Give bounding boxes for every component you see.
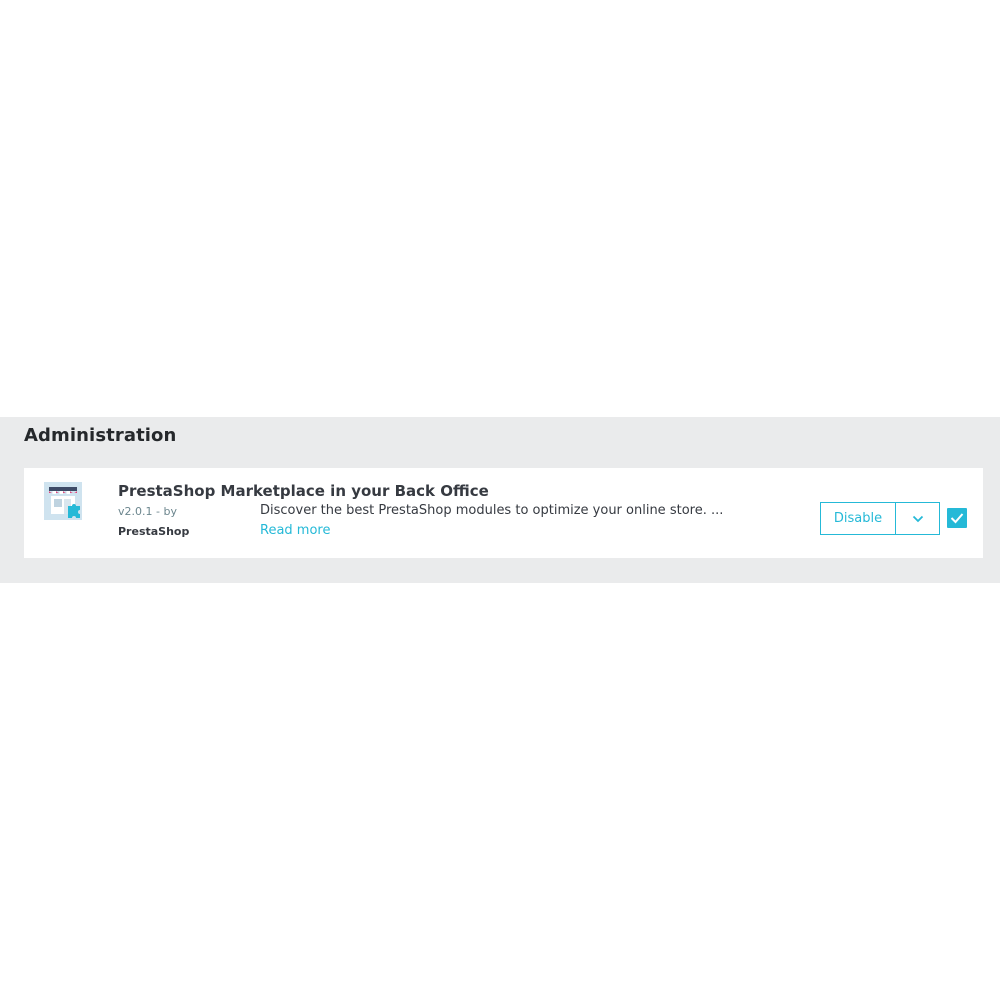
checkmark-icon (950, 509, 964, 528)
chevron-down-icon (912, 511, 924, 526)
module-select-checkbox[interactable] (947, 508, 967, 528)
section-title: Administration (24, 425, 177, 446)
module-description: Discover the best PrestaShop modules to … (260, 503, 724, 518)
page: Administration PrestaShop Marketplace in… (0, 0, 1000, 1000)
module-name: PrestaShop Marketplace in your Back Offi… (118, 482, 489, 500)
module-author: PrestaShop (118, 525, 190, 538)
disable-button[interactable]: Disable (820, 502, 896, 535)
module-action-group: Disable (820, 502, 940, 535)
store-puzzle-icon (44, 482, 82, 520)
module-actions-dropdown-button[interactable] (896, 502, 940, 535)
read-more-link[interactable]: Read more (260, 523, 330, 538)
module-version: v2.0.1 - by (118, 505, 177, 518)
